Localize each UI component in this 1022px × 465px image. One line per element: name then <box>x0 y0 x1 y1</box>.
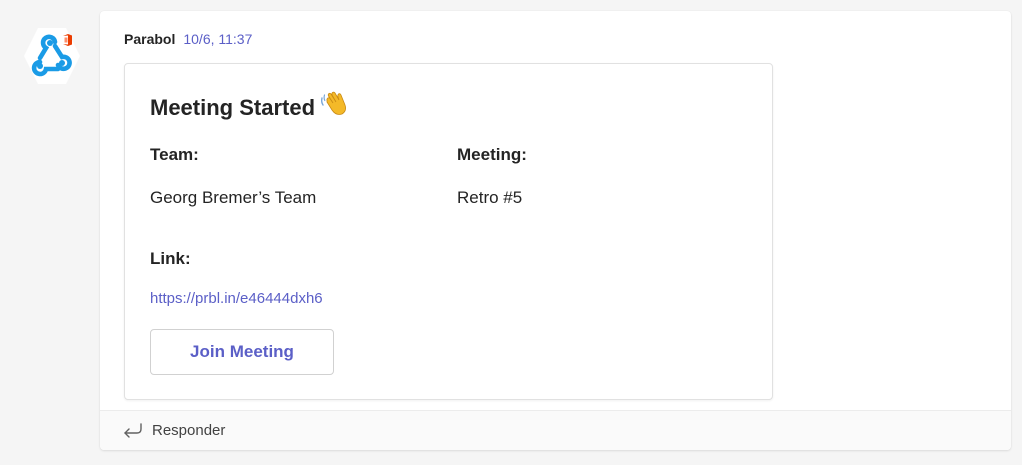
message-timestamp[interactable]: 10/6, 11:37 <box>183 31 252 47</box>
waving-hand-icon <box>319 90 349 126</box>
card-title-text: Meeting Started <box>150 95 316 120</box>
adaptive-card: Meeting Started Team: Meeting: Georg Bre… <box>124 63 773 400</box>
reply-arrow-icon <box>122 422 144 440</box>
message-header: Parabol 10/6, 11:37 <box>124 29 252 49</box>
team-value: Georg Bremer’s Team <box>150 188 317 207</box>
sender-avatar[interactable] <box>22 26 82 86</box>
meeting-link[interactable]: https://prbl.in/e46444dxh6 <box>150 288 323 310</box>
link-label: Link: <box>150 249 191 268</box>
webhook-connector-icon <box>24 28 80 84</box>
card-title: Meeting Started <box>150 90 349 126</box>
meeting-value: Retro #5 <box>457 188 523 207</box>
reply-label: Responder <box>152 422 226 439</box>
reply-button[interactable]: Responder <box>100 410 1011 450</box>
message-bubble: Parabol 10/6, 11:37 Meeting Started Team:… <box>100 11 1011 450</box>
team-label: Team: <box>150 145 199 164</box>
join-meeting-button[interactable]: Join Meeting <box>150 329 334 375</box>
sender-name[interactable]: Parabol <box>124 31 175 47</box>
meeting-label: Meeting: <box>457 145 527 164</box>
